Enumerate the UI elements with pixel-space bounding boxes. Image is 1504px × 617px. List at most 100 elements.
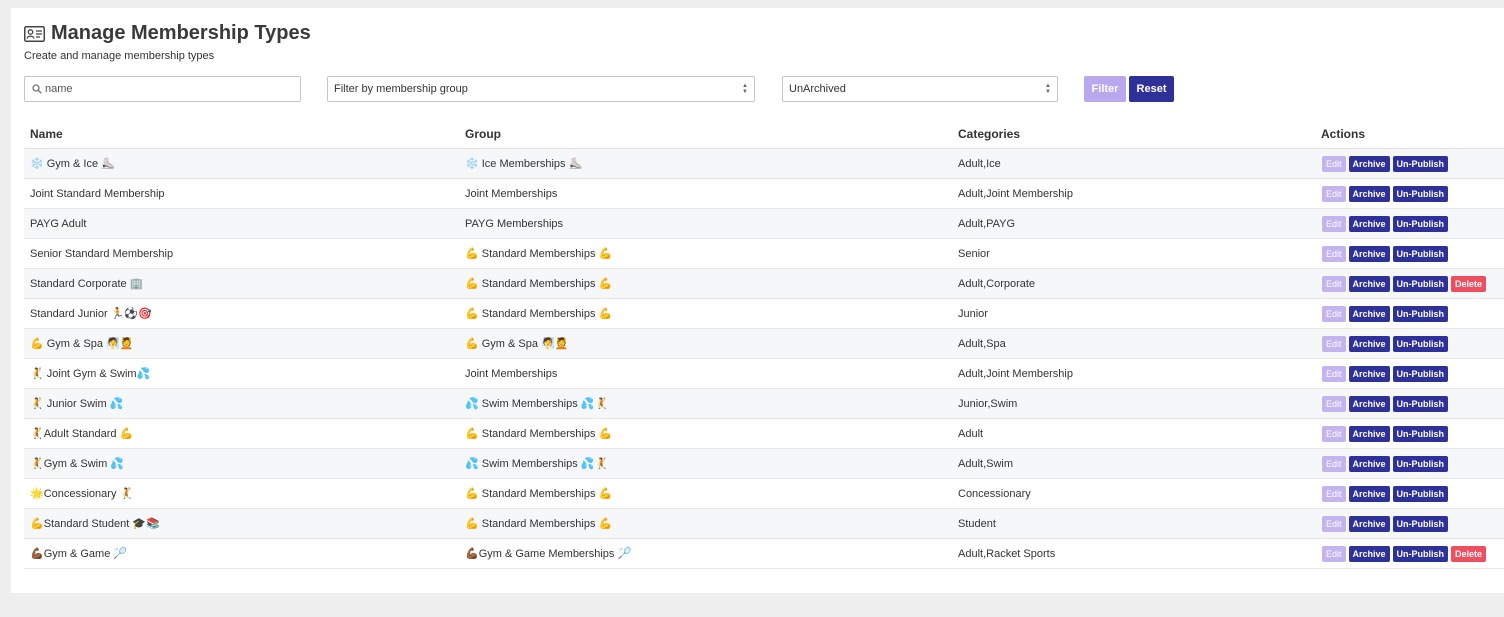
cell-actions: Edit Archive Un-Publish — [1315, 178, 1504, 209]
cell-name: 🤾Adult Standard 💪 — [24, 418, 459, 449]
unpublish-button[interactable]: Un-Publish — [1392, 155, 1449, 172]
edit-button[interactable]: Edit — [1322, 365, 1346, 382]
edit-button[interactable]: Edit — [1322, 335, 1346, 352]
archive-button[interactable]: Archive — [1348, 545, 1390, 562]
cell-group: 💦 Swim Memberships 💦🤾 — [459, 388, 952, 419]
row-actions: Edit Archive Un-Publish — [1321, 485, 1504, 502]
table-row: Joint Standard Membership Joint Membershi… — [24, 178, 1504, 209]
table-body: ❄️ Gym & Ice ⛸️ ❄️ Ice Memberships ⛸️ Adul… — [24, 148, 1504, 569]
edit-button[interactable]: Edit — [1322, 485, 1346, 502]
unpublish-button[interactable]: Un-Publish — [1392, 515, 1449, 532]
edit-button[interactable]: Edit — [1322, 395, 1346, 412]
table-row: 🤾Gym & Swim 💦 💦 Swim Memberships 💦🤾 Adult,… — [24, 448, 1504, 479]
search-icon — [32, 84, 42, 94]
cell-name: Standard Junior 🏃⚽🎯 — [24, 298, 459, 329]
cell-categories: Adult,Swim — [952, 448, 1315, 479]
archive-button[interactable]: Archive — [1348, 335, 1390, 352]
membership-group-select[interactable]: Filter by membership group ▲ ▼ — [327, 76, 755, 102]
archive-status-select-value: UnArchived — [789, 83, 846, 95]
filter-bar: Filter by membership group ▲▼ UnArchived… — [24, 76, 1224, 102]
table-row: 🤾Adult Standard 💪 💪 Standard Memberships … — [24, 418, 1504, 449]
archive-button[interactable]: Archive — [1348, 305, 1390, 322]
edit-button[interactable]: Edit — [1322, 215, 1346, 232]
column-header-name: Name — [24, 120, 459, 149]
unpublish-button[interactable]: Un-Publish — [1392, 185, 1449, 202]
archive-button[interactable]: Archive — [1348, 275, 1390, 292]
cell-group: 💪 Standard Memberships 💪 — [459, 298, 952, 329]
cell-actions: Edit Archive Un-Publish — [1315, 328, 1504, 359]
edit-button[interactable]: Edit — [1322, 425, 1346, 442]
archive-button[interactable]: Archive — [1348, 155, 1390, 172]
archive-button[interactable]: Archive — [1348, 515, 1390, 532]
cell-name: 🤾 Joint Gym & Swim💦 — [24, 358, 459, 389]
edit-button[interactable]: Edit — [1322, 275, 1346, 292]
archive-button[interactable]: Archive — [1348, 395, 1390, 412]
unpublish-button[interactable]: Un-Publish — [1392, 395, 1449, 412]
table-row: Standard Corporate 🏢 💪 Standard Membershi… — [24, 268, 1504, 299]
table-header-row: Name Group Categories Actions — [24, 120, 1504, 149]
cell-categories: Adult,Ice — [952, 148, 1315, 179]
edit-button[interactable]: Edit — [1322, 305, 1346, 322]
search-input[interactable] — [45, 83, 285, 95]
archive-button[interactable]: Archive — [1348, 365, 1390, 382]
unpublish-button[interactable]: Un-Publish — [1392, 335, 1449, 352]
cell-categories: Concessionary — [952, 478, 1315, 509]
unpublish-button[interactable]: Un-Publish — [1392, 275, 1449, 292]
cell-categories: Adult,PAYG — [952, 208, 1315, 239]
cell-actions: Edit Archive Un-Publish — [1315, 508, 1504, 539]
archive-button[interactable]: Archive — [1348, 185, 1390, 202]
filter-button[interactable]: Filter — [1084, 76, 1126, 102]
cell-actions: Edit Archive Un-Publish — [1315, 358, 1504, 389]
row-actions: Edit Archive Un-Publish — [1321, 335, 1504, 352]
cell-group: 💪🏾Gym & Game Memberships 🏸 — [459, 538, 952, 569]
edit-button[interactable]: Edit — [1322, 155, 1346, 172]
archive-button[interactable]: Archive — [1348, 215, 1390, 232]
archive-button[interactable]: Archive — [1348, 425, 1390, 442]
column-header-group: Group — [459, 120, 952, 149]
cell-name: 💪🏾Gym & Game 🏸 — [24, 538, 459, 569]
unpublish-button[interactable]: Un-Publish — [1392, 365, 1449, 382]
archive-button[interactable]: Archive — [1348, 485, 1390, 502]
edit-button[interactable]: Edit — [1322, 545, 1346, 562]
unpublish-button[interactable]: Un-Publish — [1392, 455, 1449, 472]
archive-button[interactable]: Archive — [1348, 455, 1390, 472]
cell-group: 💪 Gym & Spa 🧖💆 — [459, 328, 952, 359]
row-actions: Edit Archive Un-Publish — [1321, 215, 1504, 232]
edit-button[interactable]: Edit — [1322, 455, 1346, 472]
unpublish-button[interactable]: Un-Publish — [1392, 305, 1449, 322]
cell-actions: Edit Archive Un-Publish — [1315, 208, 1504, 239]
page-subtitle: Create and manage membership types — [24, 50, 215, 62]
unpublish-button[interactable]: Un-Publish — [1392, 425, 1449, 442]
delete-button[interactable]: Delete — [1451, 275, 1487, 292]
unpublish-button[interactable]: Un-Publish — [1392, 215, 1449, 232]
cell-actions: Edit Archive Un-Publish Delete — [1315, 538, 1504, 569]
cell-categories: Adult,Joint Membership — [952, 358, 1315, 389]
cell-categories: Adult — [952, 418, 1315, 449]
edit-button[interactable]: Edit — [1322, 245, 1346, 262]
unpublish-button[interactable]: Un-Publish — [1392, 545, 1449, 562]
reset-button[interactable]: Reset — [1129, 76, 1174, 102]
search-field[interactable] — [24, 76, 301, 102]
table-row: 🌟Concessionary 🤾 💪 Standard Memberships 💪… — [24, 478, 1504, 509]
chevron-down-icon: ▲ ▼ — [742, 83, 748, 95]
table-row: 💪Standard Student 🎓📚 💪 Standard Membershi… — [24, 508, 1504, 539]
edit-button[interactable]: Edit — [1322, 515, 1346, 532]
edit-button[interactable]: Edit — [1322, 185, 1346, 202]
cell-name: 🌟Concessionary 🤾 — [24, 478, 459, 509]
column-header-categories: Categories — [952, 120, 1315, 149]
cell-actions: Edit Archive Un-Publish — [1315, 148, 1504, 179]
cell-actions: Edit Archive Un-Publish — [1315, 448, 1504, 479]
page-title: Manage Membership Types — [51, 22, 311, 44]
cell-categories: Adult,Corporate — [952, 268, 1315, 299]
chevron-down-icon: ▲ ▼ — [1045, 83, 1051, 95]
unpublish-button[interactable]: Un-Publish — [1392, 485, 1449, 502]
delete-button[interactable]: Delete — [1451, 545, 1487, 562]
archive-status-select[interactable]: UnArchived ▲ ▼ — [782, 76, 1058, 102]
cell-name: 🤾 Junior Swim 💦 — [24, 388, 459, 419]
unpublish-button[interactable]: Un-Publish — [1392, 245, 1449, 262]
row-actions: Edit Archive Un-Publish — [1321, 515, 1504, 532]
cell-group: 💦 Swim Memberships 💦🤾 — [459, 448, 952, 479]
cell-actions: Edit Archive Un-Publish — [1315, 388, 1504, 419]
archive-button[interactable]: Archive — [1348, 245, 1390, 262]
main-panel: Manage Membership Types Create and manag… — [11, 8, 1504, 593]
